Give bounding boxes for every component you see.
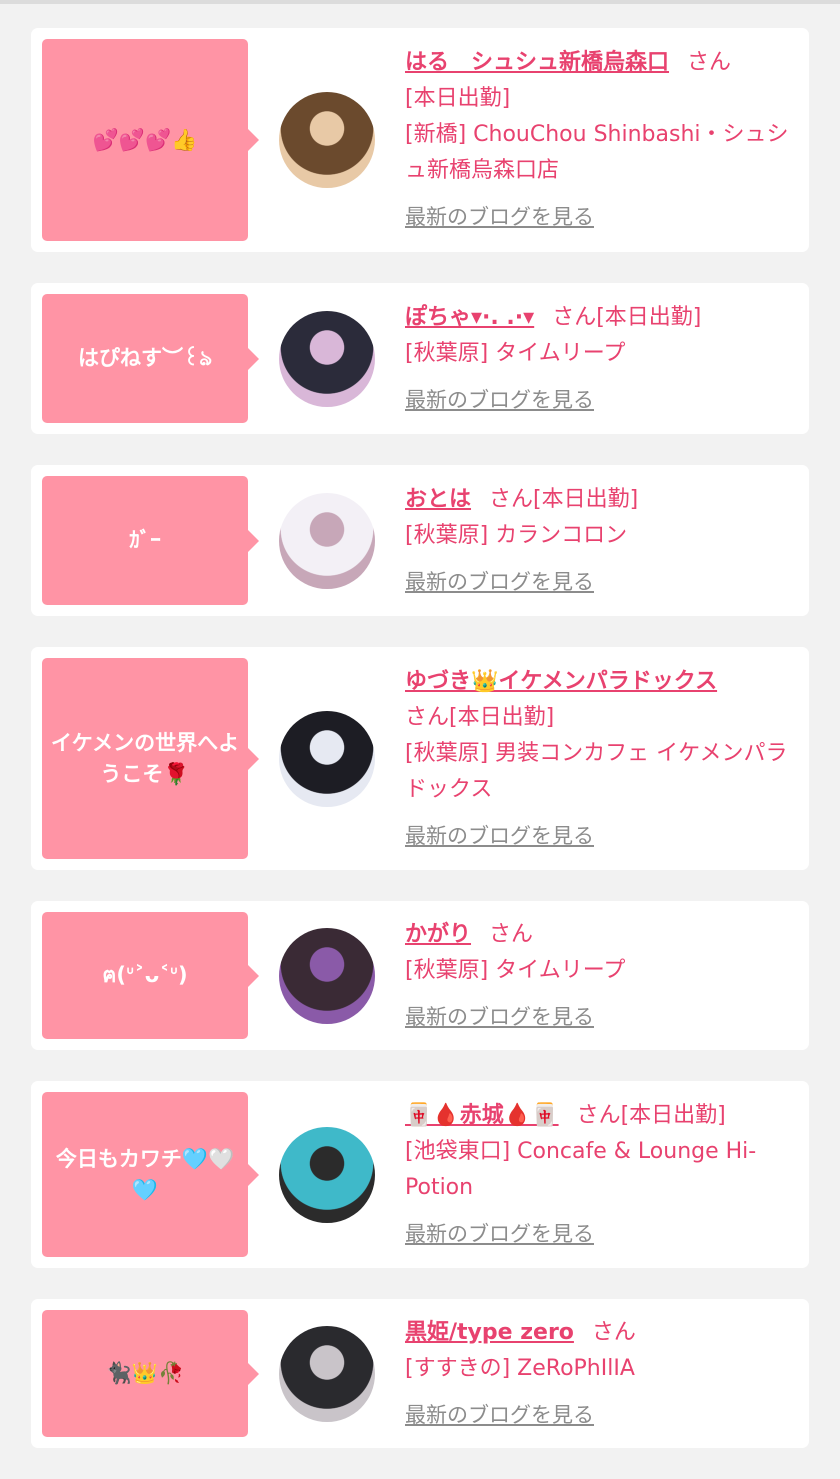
blog-link[interactable]: 最新のブログを見る [405,1216,798,1252]
shop-name: [池袋東口] Concafe & Lounge Hi-Potion [405,1138,757,1200]
message-bubble: ｶﾞｰ [42,476,259,605]
blog-link[interactable]: 最新のブログを見る [405,818,798,854]
blog-link[interactable]: 最新のブログを見る [405,199,798,235]
avatar[interactable] [279,710,375,807]
message-bubble: はぴねす︶꒰ঌ [42,294,259,423]
shop-name: [秋葉原] 男装コンカフェ イケメンパラドックス [405,740,788,802]
shop-name: [秋葉原] カランコロン [405,522,628,548]
cast-list: 💕💕💕👍 はる シュシュ新橋烏森口 さん [本日出勤] [新橋] ChouChou… [31,28,809,1479]
shop-name: [すすきの] ZeRoPhIlIA [405,1355,635,1381]
status-badge: [本日出勤] [533,486,639,512]
honorific: さん [552,304,597,330]
cast-name-link[interactable]: 黒姫/type zero [405,1320,574,1345]
avatar[interactable] [279,92,375,188]
top-divider [0,0,840,4]
shop-name: [秋葉原] タイムリープ [405,957,626,983]
message-bubble: 今日もカワチ🩵🤍🩵 [42,1092,259,1257]
avatar[interactable] [279,492,375,589]
cast-card: 🐈‍⬛👑🥀 黒姫/type zero さん [すすきの] ZeRoPhIlIA 最… [31,1299,809,1448]
status-badge: [本日出勤] [449,704,555,730]
cast-card: ฅ(ᐡ˃ᴗ˂ᐡ) かがり さん [秋葉原] タイムリープ 最新のブログを見る [31,901,809,1050]
honorific: さん [687,50,732,75]
status-badge: [本日出勤] [596,304,702,330]
cast-card: 今日もカワチ🩵🤍🩵 🀄🩸赤城🩸🀄 さん[本日出勤] [池袋東口] Concafe … [31,1081,809,1268]
avatar[interactable] [279,927,375,1024]
cast-name-link[interactable]: かがり [405,922,471,947]
cast-name-link[interactable]: はる シュシュ新橋烏森口 [405,50,669,75]
cast-card: ｶﾞｰ おとは さん[本日出勤] [秋葉原] カランコロン 最新のブログを見る [31,465,809,616]
message-bubble: 🐈‍⬛👑🥀 [42,1310,259,1437]
status-badge: [本日出勤] [405,86,511,111]
blog-link[interactable]: 最新のブログを見る [405,999,798,1035]
avatar[interactable] [279,1126,375,1223]
shop-name: [秋葉原] タイムリープ [405,340,626,366]
message-bubble: ฅ(ᐡ˃ᴗ˂ᐡ) [42,912,259,1039]
cast-card: 💕💕💕👍 はる シュシュ新橋烏森口 さん [本日出勤] [新橋] ChouChou… [31,28,809,252]
honorific: さん [576,1102,621,1128]
message-bubble: イケメンの世界へようこそ🌹 [42,658,259,859]
avatar[interactable] [279,310,375,407]
honorific: さん [591,1319,636,1345]
avatar[interactable] [279,1325,375,1422]
cast-name-link[interactable]: おとは [405,487,471,512]
honorific: さん [489,486,534,512]
blog-link[interactable]: 最新のブログを見る [405,382,798,418]
honorific: さん [489,921,534,947]
shop-name: [新橋] ChouChou Shinbashi・シュシュ新橋烏森口店 [405,122,789,183]
cast-name-link[interactable]: ゆづき👑イケメンパラドックス [405,669,717,694]
status-badge: [本日出勤] [620,1102,726,1128]
cast-name-link[interactable]: ぽちゃ▾·. .·▾ [405,305,534,330]
message-bubble: 💕💕💕👍 [42,39,259,241]
cast-card: はぴねす︶꒰ঌ ぽちゃ▾·. .·▾ さん[本日出勤] [秋葉原] タイムリープ … [31,283,809,434]
blog-link[interactable]: 最新のブログを見る [405,564,798,600]
cast-card: イケメンの世界へようこそ🌹 ゆづき👑イケメンパラドックス さん[本日出勤] [秋… [31,647,809,870]
cast-name-link[interactable]: 🀄🩸赤城🩸🀄 [405,1103,559,1128]
blog-link[interactable]: 最新のブログを見る [405,1397,798,1433]
honorific: さん [405,704,450,730]
